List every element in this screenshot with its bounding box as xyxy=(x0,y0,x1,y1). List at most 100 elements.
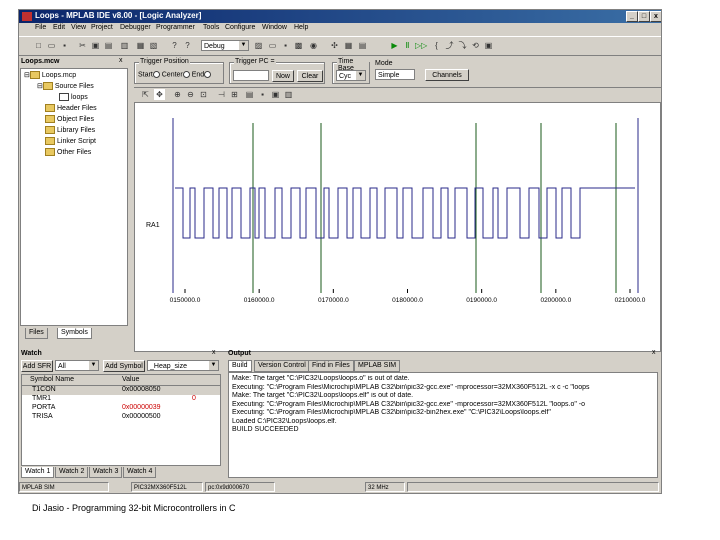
tab-watch-3[interactable]: Watch 3 xyxy=(89,467,123,478)
sfr-select[interactable]: All ▼ xyxy=(55,360,99,371)
project-close-icon[interactable]: x xyxy=(119,57,123,64)
open-project-icon[interactable]: ▭ xyxy=(267,40,278,51)
trigger-end-option[interactable]: End xyxy=(192,71,204,78)
save-icon[interactable]: ▪ xyxy=(59,40,70,51)
save-plot-icon[interactable]: ▪ xyxy=(257,89,268,100)
col-value-header[interactable]: Value xyxy=(122,376,139,383)
tab-symbols[interactable]: Symbols xyxy=(57,328,92,339)
tree-item-source-files[interactable]: ⊟ Source Files xyxy=(37,82,94,91)
clear-button[interactable]: Clear xyxy=(297,70,323,82)
waveform-area[interactable]: RA1 0150000.0 0160000.0 0170000.0 0180000.0… xyxy=(134,102,661,352)
cut-icon[interactable]: ✂ xyxy=(77,40,88,51)
export-icon[interactable]: ▤ xyxy=(357,40,368,51)
minimize-button[interactable]: _ xyxy=(626,11,638,22)
print-plot-icon[interactable]: ▤ xyxy=(244,89,255,100)
trigger-center-radio[interactable] xyxy=(182,71,190,78)
build-all-icon[interactable]: ▩ xyxy=(293,40,304,51)
menu-programmer[interactable]: Programmer xyxy=(156,24,195,31)
tree-item-header-files[interactable]: Header Files xyxy=(45,104,97,112)
paste-icon[interactable]: ▤ xyxy=(103,40,114,51)
menu-help[interactable]: Help xyxy=(294,24,308,31)
title-bar: Loops - MPLAB IDE v8.00 - [Logic Analyze… xyxy=(19,10,661,23)
menu-edit[interactable]: Edit xyxy=(53,24,65,31)
tab-find-in-files[interactable]: Find in Files xyxy=(308,360,354,372)
halt-icon[interactable]: Ⅱ xyxy=(402,40,413,51)
zoom-out-icon[interactable]: ⊖ xyxy=(185,89,196,100)
mode-field[interactable]: Simple xyxy=(375,69,415,80)
animate-icon[interactable]: ▷▷ xyxy=(415,40,427,51)
save-project-icon[interactable]: ▪ xyxy=(280,40,291,51)
breakpoint-icon[interactable]: ▣ xyxy=(483,40,494,51)
trigger-start-radio[interactable] xyxy=(152,71,160,78)
project-icon[interactable]: ▨ xyxy=(253,40,264,51)
goto-icon[interactable]: ⊞ xyxy=(229,89,240,100)
trigger-pc-input[interactable] xyxy=(233,70,269,81)
maximize-button[interactable]: □ xyxy=(638,11,650,22)
watch-close-icon[interactable]: x xyxy=(212,349,216,356)
tree-item-label: Linker Script xyxy=(57,137,96,145)
options-icon[interactable]: ▦ xyxy=(343,40,354,51)
menu-debugger[interactable]: Debugger xyxy=(120,24,151,31)
add-symbol-button[interactable]: Add Symbol xyxy=(103,360,145,372)
table-row[interactable]: TMR1 0 xyxy=(22,395,220,404)
now-button[interactable]: Now xyxy=(272,70,294,82)
tree-item-loops-file[interactable]: loops xyxy=(59,93,88,101)
tab-watch-1[interactable]: Watch 1 xyxy=(21,467,55,478)
tree-item-library-files[interactable]: Library Files xyxy=(45,126,95,134)
zoom-in-icon[interactable]: ⊕ xyxy=(172,89,183,100)
tab-mplab-sim[interactable]: MPLAB SIM xyxy=(354,360,401,372)
cursor-icon[interactable]: ✥ xyxy=(154,89,165,100)
channels-button[interactable]: Channels xyxy=(425,69,469,81)
close-button[interactable]: x xyxy=(650,11,661,22)
add-sfr-button[interactable]: Add SFR xyxy=(21,360,53,372)
tab-watch-2[interactable]: Watch 2 xyxy=(55,467,89,478)
trigger-end-radio[interactable] xyxy=(204,71,212,78)
tab-version-control[interactable]: Version Control xyxy=(254,360,310,372)
col-symbol-header[interactable]: Symbol Name xyxy=(30,376,74,383)
tab-files[interactable]: Files xyxy=(25,328,48,339)
copy-icon[interactable]: ▣ xyxy=(90,40,101,51)
menu-tools[interactable]: Tools xyxy=(203,24,219,31)
step-over-icon[interactable]: ⤴ xyxy=(444,40,455,51)
open-file-icon[interactable]: ▭ xyxy=(46,40,57,51)
table-row[interactable]: TRISA 0x00000500 xyxy=(22,413,220,422)
output-close-icon[interactable]: x xyxy=(652,349,656,356)
make-icon[interactable]: ▧ xyxy=(148,40,159,51)
tab-build[interactable]: Build xyxy=(228,360,252,372)
trigger-start-option[interactable]: Start xyxy=(138,71,153,78)
settings-icon[interactable]: ✣ xyxy=(329,40,340,51)
tree-item-linker-script[interactable]: Linker Script xyxy=(45,137,96,145)
trigger-center-option[interactable]: Center xyxy=(162,71,183,78)
step-out-icon[interactable]: ⤵ xyxy=(457,40,468,51)
checksum-icon[interactable]: ◉ xyxy=(308,40,319,51)
build-config-select[interactable]: Debug ▼ xyxy=(201,40,249,51)
tree-item-project[interactable]: ⊟ Loops.mcp xyxy=(24,71,76,80)
output-text[interactable]: Make: The target "C:\PIC32\Loops\loops.o… xyxy=(228,372,658,478)
reset-icon[interactable]: ⟲ xyxy=(470,40,481,51)
menu-file[interactable]: File xyxy=(35,24,46,31)
menu-configure[interactable]: Configure xyxy=(225,24,255,31)
time-base-select[interactable]: Cyc ▼ xyxy=(336,70,366,81)
menu-project[interactable]: Project xyxy=(91,24,113,31)
watch-title: Watch xyxy=(21,350,42,357)
run-icon[interactable]: ▶ xyxy=(389,40,400,51)
pointer-icon[interactable]: ⇱ xyxy=(140,89,151,100)
export-plot-icon[interactable]: ▥ xyxy=(283,89,294,100)
menu-window[interactable]: Window xyxy=(262,24,287,31)
copy-plot-icon[interactable]: ▣ xyxy=(270,89,281,100)
table-row[interactable]: PORTA 0x00000039 xyxy=(22,404,220,413)
symbol-select[interactable]: _Heap_size ▼ xyxy=(147,360,219,371)
tree-item-other-files[interactable]: Other Files xyxy=(45,148,91,156)
zoom-fit-icon[interactable]: ⊡ xyxy=(198,89,209,100)
info-icon[interactable]: ? xyxy=(182,40,193,51)
menu-view[interactable]: View xyxy=(71,24,86,31)
step-into-icon[interactable]: { xyxy=(431,40,442,51)
tab-watch-4[interactable]: Watch 4 xyxy=(123,467,157,478)
build-icon[interactable]: ▦ xyxy=(135,40,146,51)
print-icon[interactable]: ▥ xyxy=(119,40,130,51)
marker-icon[interactable]: ⊣ xyxy=(216,89,227,100)
help-icon[interactable]: ? xyxy=(169,40,180,51)
new-file-icon[interactable]: □ xyxy=(33,40,44,51)
table-row[interactable]: T1CON 0x00008050 xyxy=(22,386,220,395)
tree-item-object-files[interactable]: Object Files xyxy=(45,115,94,123)
